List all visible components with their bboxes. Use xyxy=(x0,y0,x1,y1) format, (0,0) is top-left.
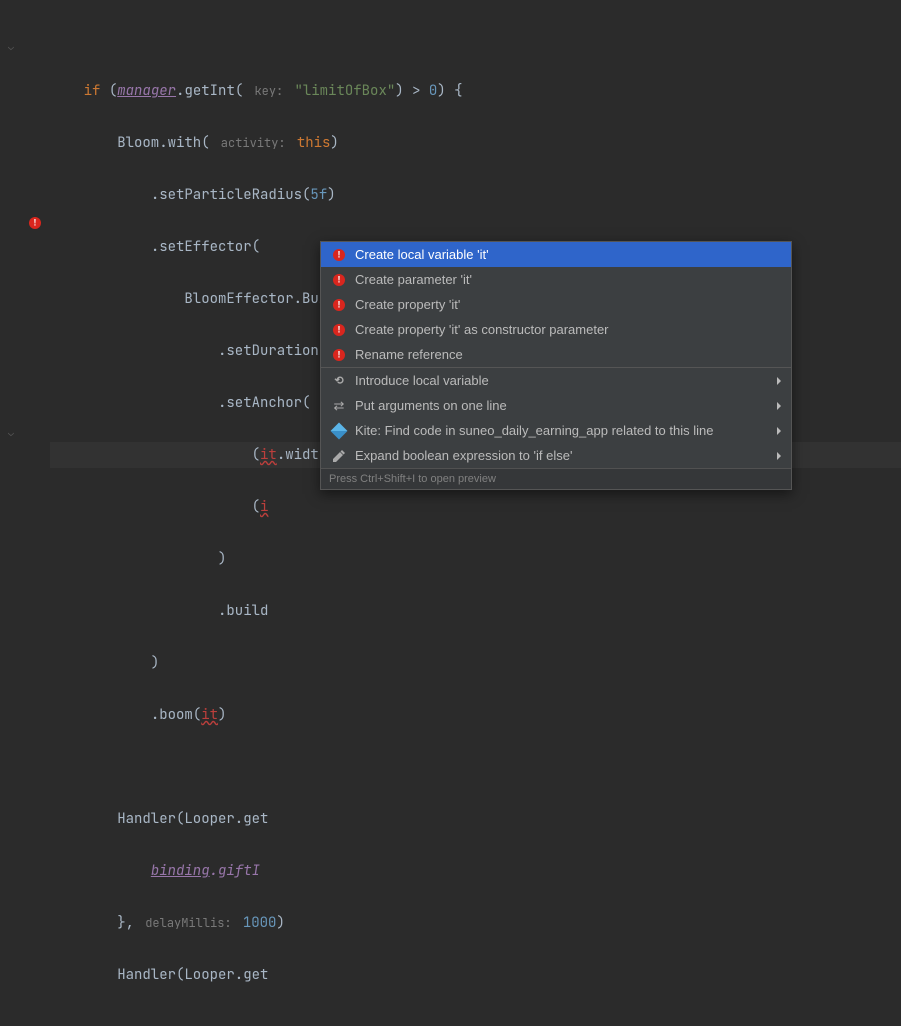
popup-item-label: Create local variable 'it' xyxy=(355,247,781,262)
code-line: (i xyxy=(50,494,901,520)
bulb-error-icon xyxy=(331,347,347,363)
bulb-error-icon xyxy=(331,247,347,263)
error-token: it xyxy=(260,446,277,464)
action-expand-boolean[interactable]: Expand boolean expression to 'if else' xyxy=(321,443,791,468)
code-line xyxy=(50,754,901,780)
popup-item-label: Rename reference xyxy=(355,347,781,362)
action-create-parameter[interactable]: Create parameter 'it' xyxy=(321,267,791,292)
popup-item-label: Create property 'it' as constructor para… xyxy=(355,322,781,337)
code-line xyxy=(50,26,901,52)
code-line: if (manager.getInt( key: "limitOfBox") >… xyxy=(50,78,901,104)
submenu-arrow-icon xyxy=(777,377,781,385)
popup-item-label: Create parameter 'it' xyxy=(355,272,781,287)
action-create-local-variable[interactable]: Create local variable 'it' xyxy=(321,242,791,267)
popup-item-label: Create property 'it' xyxy=(355,297,781,312)
code-line: ) xyxy=(50,650,901,676)
action-create-property-constructor[interactable]: Create property 'it' as constructor para… xyxy=(321,317,791,342)
fold-chevron-icon[interactable]: ⌄ xyxy=(8,40,14,53)
submenu-arrow-icon xyxy=(777,402,781,410)
popup-item-label: Introduce local variable xyxy=(355,373,777,388)
action-introduce-local-variable[interactable]: ⟲ Introduce local variable xyxy=(321,368,791,393)
action-rename-reference[interactable]: Rename reference xyxy=(321,342,791,367)
submenu-arrow-icon xyxy=(777,452,781,460)
code-line: Handler(Looper.get xyxy=(50,962,901,988)
fold-chevron-icon[interactable]: ⌄ xyxy=(8,426,14,439)
code-line: binding.giftI xyxy=(50,858,901,884)
code-line: }, delayMillis: 1000) xyxy=(50,910,901,936)
code-line: ) xyxy=(50,546,901,572)
code-line: .setParticleRadius(5f) xyxy=(50,182,901,208)
error-token: i xyxy=(260,498,268,516)
kite-icon xyxy=(331,423,347,439)
action-create-property[interactable]: Create property 'it' xyxy=(321,292,791,317)
popup-item-label: Kite: Find code in suneo_daily_earning_a… xyxy=(355,423,777,438)
error-token: it xyxy=(201,706,218,724)
code-line: .build xyxy=(50,598,901,624)
action-put-arguments-one-line[interactable]: ⇄ Put arguments on one line xyxy=(321,393,791,418)
popup-item-label: Expand boolean expression to 'if else' xyxy=(355,448,777,463)
arrows-icon: ⇄ xyxy=(331,398,347,414)
intention-popup: Create local variable 'it' Create parame… xyxy=(320,241,792,490)
popup-footer: Press Ctrl+Shift+I to open preview xyxy=(321,468,791,489)
bulb-error-icon xyxy=(331,322,347,338)
bulb-error-icon xyxy=(331,272,347,288)
gutter: ⌄ ⌄ xyxy=(0,0,50,513)
error-bulb-icon[interactable] xyxy=(28,216,42,230)
popup-item-label: Put arguments on one line xyxy=(355,398,777,413)
refactor-icon: ⟲ xyxy=(331,373,347,389)
pencil-icon xyxy=(331,448,347,464)
bulb-error-icon xyxy=(331,297,347,313)
submenu-arrow-icon xyxy=(777,427,781,435)
code-line: Bloom.with( activity: this) xyxy=(50,130,901,156)
action-kite-find-code[interactable]: Kite: Find code in suneo_daily_earning_a… xyxy=(321,418,791,443)
code-line: Handler(Looper.get xyxy=(50,806,901,832)
code-line: .boom(it) xyxy=(50,702,901,728)
